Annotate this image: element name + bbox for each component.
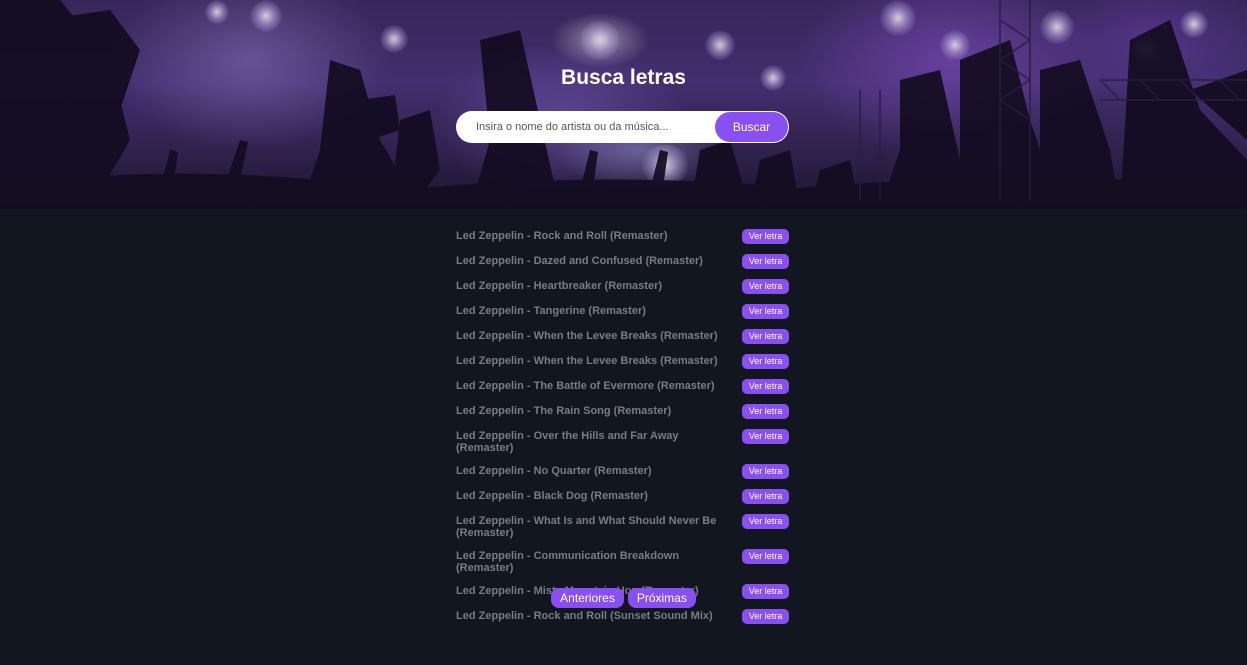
page-title: Busca letras [561, 66, 686, 89]
result-item: Led Zeppelin - Dazed and Confused (Remas… [456, 253, 789, 269]
view-lyrics-button[interactable]: Ver letra [742, 489, 789, 504]
previous-page-button[interactable]: Anteriores [551, 588, 624, 608]
result-title: Led Zeppelin - Communication Breakdown (… [456, 550, 680, 574]
result-title: Led Zeppelin - Dazed and Confused (Remas… [456, 255, 703, 267]
view-lyrics-button[interactable]: Ver letra [742, 329, 789, 344]
result-title: Led Zeppelin - What Is and What Should N… [456, 515, 717, 539]
view-lyrics-button[interactable]: Ver letra [742, 304, 789, 319]
view-lyrics-button[interactable]: Ver letra [742, 404, 789, 419]
view-lyrics-button[interactable]: Ver letra [742, 429, 789, 444]
result-item: Led Zeppelin - Heartbreaker (Remaster) Ve… [456, 278, 789, 294]
pagination: Anteriores Próximas [0, 588, 1247, 608]
result-item: Led Zeppelin - What Is and What Should N… [456, 513, 789, 539]
results-list: Led Zeppelin - Rock and Roll (Remaster) V… [456, 228, 789, 633]
result-title: Led Zeppelin - When the Levee Breaks (Re… [456, 355, 718, 367]
result-title: Led Zeppelin - No Quarter (Remaster) [456, 465, 652, 477]
result-item: Led Zeppelin - Rock and Roll (Sunset Sou… [456, 608, 789, 624]
hero-banner: Busca letras Buscar [0, 0, 1247, 209]
result-title: Led Zeppelin - Rock and Roll (Sunset Sou… [456, 610, 713, 622]
result-title: Led Zeppelin - The Rain Song (Remaster) [456, 405, 672, 417]
view-lyrics-button[interactable]: Ver letra [742, 279, 789, 294]
view-lyrics-button[interactable]: Ver letra [742, 464, 789, 479]
result-item: Led Zeppelin - When the Levee Breaks (Re… [456, 353, 789, 369]
result-item: Led Zeppelin - No Quarter (Remaster) Ver … [456, 463, 789, 479]
next-page-button[interactable]: Próximas [627, 588, 696, 608]
result-title: Led Zeppelin - Rock and Roll (Remaster) [456, 230, 668, 242]
search-form: Buscar [456, 111, 789, 143]
result-title: Led Zeppelin - Over the Hills and Far Aw… [456, 430, 679, 454]
result-item: Led Zeppelin - Communication Breakdown (… [456, 548, 789, 574]
view-lyrics-button[interactable]: Ver letra [742, 379, 789, 394]
result-item: Led Zeppelin - Rock and Roll (Remaster) V… [456, 228, 789, 244]
result-item: Led Zeppelin - Over the Hills and Far Aw… [456, 428, 789, 454]
result-title: Led Zeppelin - The Battle of Evermore (R… [456, 380, 715, 392]
view-lyrics-button[interactable]: Ver letra [742, 514, 789, 529]
view-lyrics-button[interactable]: Ver letra [742, 229, 789, 244]
result-item: Led Zeppelin - Tangerine (Remaster) Ver l… [456, 303, 789, 319]
result-title: Led Zeppelin - Heartbreaker (Remaster) [456, 280, 663, 292]
search-input[interactable] [456, 111, 714, 143]
search-button[interactable]: Buscar [715, 112, 788, 142]
view-lyrics-button[interactable]: Ver letra [742, 549, 789, 564]
hero-content: Busca letras Buscar [0, 0, 1247, 209]
result-item: Led Zeppelin - When the Levee Breaks (Re… [456, 328, 789, 344]
result-item: Led Zeppelin - The Rain Song (Remaster) V… [456, 403, 789, 419]
result-item: Led Zeppelin - Black Dog (Remaster) Ver l… [456, 488, 789, 504]
view-lyrics-button[interactable]: Ver letra [742, 254, 789, 269]
view-lyrics-button[interactable]: Ver letra [742, 609, 789, 624]
result-title: Led Zeppelin - Tangerine (Remaster) [456, 305, 646, 317]
result-title: Led Zeppelin - Black Dog (Remaster) [456, 490, 648, 502]
result-item: Led Zeppelin - The Battle of Evermore (R… [456, 378, 789, 394]
view-lyrics-button[interactable]: Ver letra [742, 354, 789, 369]
result-title: Led Zeppelin - When the Levee Breaks (Re… [456, 330, 718, 342]
